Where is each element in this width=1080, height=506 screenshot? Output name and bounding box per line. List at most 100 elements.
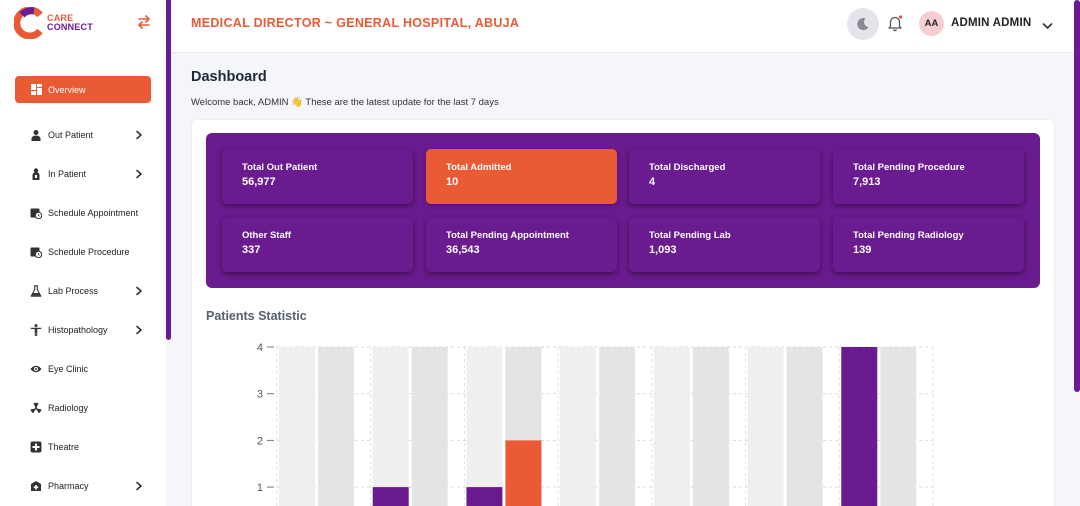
sidebar-nav: Overview Out Patient In Patient Schedule Ap…	[15, 76, 151, 505]
pharmacy-icon	[30, 480, 42, 492]
sidebar-item-lab-process[interactable]: Lab Process	[15, 271, 151, 310]
stat-label: Total Pending Lab	[649, 230, 731, 241]
stat-label: Total Admitted	[446, 162, 512, 173]
stat-tile-total-discharged[interactable]: Total Discharged 4	[629, 149, 820, 204]
dashboard-icon	[30, 84, 42, 96]
sidebar-item-eye-clinic[interactable]: Eye Clinic	[15, 349, 151, 388]
bar	[841, 347, 878, 506]
sidebar-item-radiology[interactable]: Radiology	[15, 388, 151, 427]
chevron-right-icon[interactable]	[135, 286, 143, 296]
sidebar: CARE CONNECT Overview Out Patient In Patie…	[0, 0, 166, 506]
calendar-clock-icon	[30, 246, 42, 258]
bar	[505, 440, 542, 506]
sidebar-item-histopathology[interactable]: Histopathology	[15, 310, 151, 349]
logo-mark-icon	[13, 6, 44, 40]
page-title: Dashboard	[191, 69, 267, 85]
sidebar-item-in-patient[interactable]: In Patient	[15, 154, 151, 193]
radiation-icon	[30, 402, 42, 414]
stat-value: 1,093	[649, 244, 677, 256]
bar	[466, 487, 503, 506]
bar-background	[279, 347, 315, 506]
y-tick-label: 2	[257, 435, 263, 447]
sidebar-item-label: Schedule Appointment	[48, 207, 139, 218]
brand-logo[interactable]: CARE CONNECT	[13, 6, 93, 40]
bar-background	[692, 347, 729, 506]
user-name[interactable]: ADMIN ADMIN	[951, 17, 1031, 29]
bar-background	[747, 347, 784, 506]
logo-line-2: CONNECT	[47, 22, 93, 32]
stat-value: 7,913	[853, 176, 881, 188]
sidebar-item-label: In Patient	[48, 168, 87, 179]
sidebar-item-label: Schedule Procedure	[48, 246, 130, 257]
sidebar-item-pharmacy[interactable]: Pharmacy	[15, 466, 151, 505]
user-menu-chevron-down-icon[interactable]	[1042, 18, 1053, 29]
moon-icon	[857, 18, 869, 31]
sidebar-item-label: Pharmacy	[48, 480, 89, 491]
sidebar-item-label: Overview	[48, 84, 86, 95]
sidebar-item-label: Radiology	[48, 402, 89, 413]
bar-background	[560, 347, 597, 506]
medical-cross-icon	[30, 441, 42, 453]
stats-panel: Total Out Patient 56,977 Total Admitted 10 T…	[206, 133, 1040, 288]
sidebar-item-overview[interactable]: Overview	[15, 76, 151, 103]
y-tick-label: 1	[257, 482, 263, 494]
chevron-right-icon[interactable]	[135, 325, 143, 335]
body-icon	[30, 323, 42, 336]
sidebar-item-out-patient[interactable]: Out Patient	[15, 115, 151, 154]
bar-background	[599, 347, 636, 506]
chevron-right-icon[interactable]	[135, 169, 143, 179]
flask-icon	[30, 284, 42, 297]
sidebar-item-label: Out Patient	[48, 129, 94, 140]
stat-tile-other-staff[interactable]: Other Staff 337	[222, 217, 413, 272]
stat-label: Total Pending Appointment	[446, 230, 569, 241]
chevron-right-icon[interactable]	[135, 481, 143, 491]
inpatient-icon	[30, 167, 42, 180]
stat-tile-total-pending-appointment[interactable]: Total Pending Appointment 36,543	[426, 217, 617, 272]
stat-tile-total-pending-procedure[interactable]: Total Pending Procedure 7,913	[833, 149, 1024, 204]
y-tick-label: 4	[257, 342, 263, 354]
stat-value: 56,977	[242, 176, 276, 188]
hospital-title: MEDICAL DIRECTOR ~ GENERAL HOSPITAL, ABU…	[191, 16, 520, 30]
stat-value: 10	[446, 176, 459, 188]
app-root: CARE CONNECT Overview Out Patient In Patie…	[0, 0, 1080, 506]
stat-value: 139	[853, 244, 872, 256]
sidebar-item-label: Histopathology	[48, 324, 108, 335]
stat-value: 337	[242, 244, 261, 256]
bar-background	[880, 347, 917, 506]
dark-mode-toggle[interactable]	[847, 8, 879, 40]
bar	[372, 487, 409, 506]
stat-tile-total-out-patient[interactable]: Total Out Patient 56,977	[222, 149, 413, 204]
stat-tile-total-admitted[interactable]: Total Admitted 10	[426, 149, 617, 204]
user-avatar[interactable]: AA	[919, 11, 944, 36]
sidebar-item-schedule-appointment[interactable]: Schedule Appointment	[15, 193, 151, 232]
chart-title: Patients Statistic	[206, 309, 307, 323]
chevron-right-icon[interactable]	[135, 130, 143, 140]
stat-label: Total Discharged	[649, 162, 726, 173]
sidebar-item-theatre[interactable]: Theatre	[15, 427, 151, 466]
collapse-swap-icon[interactable]	[137, 15, 151, 29]
page-scrollbar[interactable]	[1074, 0, 1080, 392]
stat-label: Other Staff	[242, 230, 292, 241]
calendar-clock-icon	[30, 207, 42, 219]
bar-background	[653, 347, 690, 506]
bar-background	[466, 347, 503, 506]
notification-bell-icon[interactable]	[886, 14, 904, 32]
outpatient-icon	[30, 129, 42, 141]
stat-label: Total Out Patient	[242, 162, 318, 173]
sidebar-item-schedule-procedure[interactable]: Schedule Procedure	[15, 232, 151, 271]
stat-label: Total Pending Radiology	[853, 230, 964, 241]
stat-tile-total-pending-lab[interactable]: Total Pending Lab 1,093	[629, 217, 820, 272]
bar-background	[318, 347, 354, 506]
sidebar-item-label: Theatre	[48, 441, 80, 452]
stat-label: Total Pending Procedure	[853, 162, 965, 173]
bar-background	[411, 347, 448, 506]
y-tick-label: 3	[257, 389, 263, 401]
sidebar-item-label: Eye Clinic	[48, 363, 89, 374]
stat-value: 36,543	[446, 244, 480, 256]
bar-background	[786, 347, 823, 506]
logo-text: CARE CONNECT	[47, 14, 93, 32]
welcome-message: Welcome back, ADMIN 👋 These are the late…	[191, 97, 499, 108]
eye-icon	[30, 363, 42, 375]
bar-background	[372, 347, 409, 506]
stat-tile-total-pending-radiology[interactable]: Total Pending Radiology 139	[833, 217, 1024, 272]
